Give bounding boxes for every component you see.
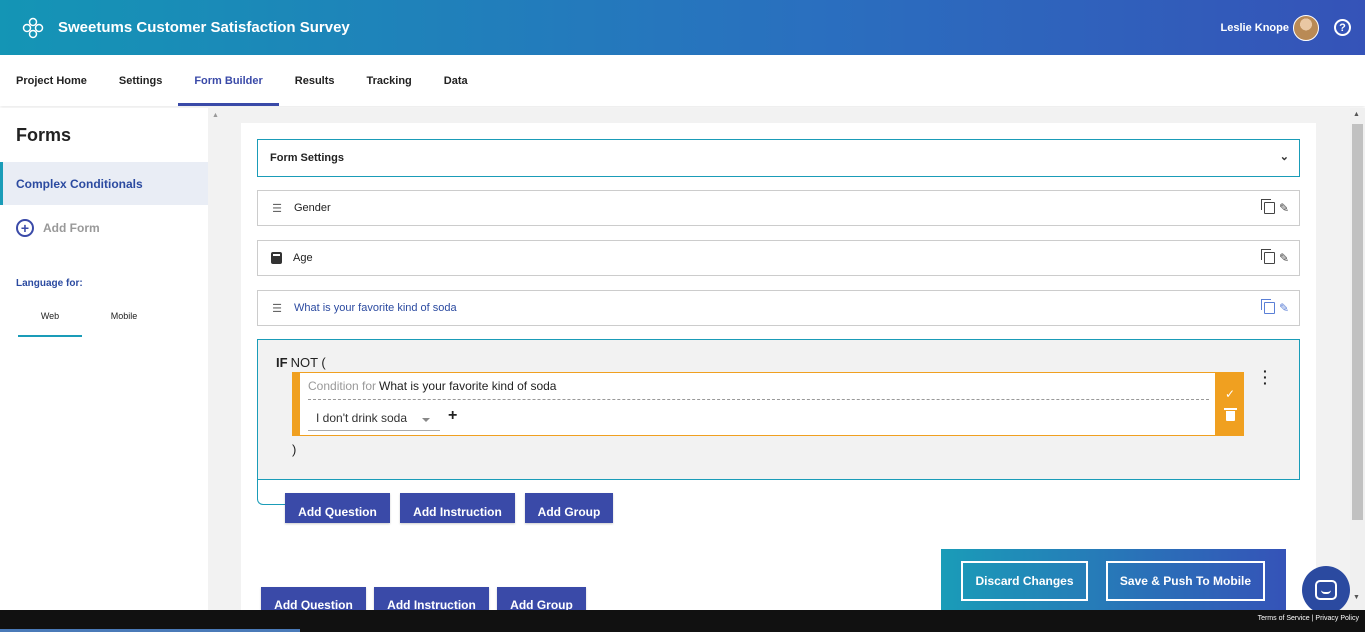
user-name: Leslie Knope — [1220, 21, 1289, 34]
tab-project-home[interactable]: Project Home — [0, 55, 103, 106]
condition-question: What is your favorite kind of soda — [379, 379, 557, 393]
tab-settings[interactable]: Settings — [103, 55, 178, 106]
footer-separator: | — [1311, 615, 1314, 622]
app-title: Sweetums Customer Satisfaction Survey — [58, 19, 350, 36]
forms-sidebar: Forms Complex Conditionals + Add Form La… — [0, 108, 208, 610]
language-tabs: Web Mobile — [18, 311, 208, 337]
tab-web[interactable]: Web — [18, 311, 82, 337]
add-form-button[interactable]: + Add Form — [0, 205, 208, 251]
help-icon[interactable]: ? — [1334, 19, 1351, 36]
tab-data[interactable]: Data — [428, 55, 484, 106]
tab-form-builder[interactable]: Form Builder — [178, 55, 280, 106]
terms-link[interactable]: Terms of Service — [1258, 615, 1310, 622]
edit-icon[interactable]: ✎ — [1279, 301, 1289, 315]
language-label: Language for: — [16, 278, 83, 289]
tab-mobile[interactable]: Mobile — [92, 311, 156, 337]
discard-changes-button[interactable]: Discard Changes — [961, 561, 1088, 601]
condition-for-prefix: Condition for — [308, 379, 377, 393]
app-header: Sweetums Customer Satisfaction Survey Le… — [0, 0, 1365, 55]
save-push-button[interactable]: Save & Push To Mobile — [1106, 561, 1265, 601]
list-icon: ☰ — [272, 302, 282, 315]
question-label: Age — [293, 252, 313, 264]
edit-icon[interactable]: ✎ — [1279, 201, 1289, 215]
trash-icon[interactable] — [1223, 408, 1237, 421]
sidebar-item-complex-conditionals[interactable]: Complex Conditionals — [0, 162, 208, 205]
flower-logo-icon[interactable] — [22, 17, 44, 39]
add-instruction-button-outer[interactable]: Add Instruction — [374, 587, 489, 610]
edit-icon[interactable]: ✎ — [1279, 251, 1289, 265]
chat-launcher-button[interactable] — [1302, 566, 1350, 614]
main-nav: Project Home Settings Form Builder Resul… — [0, 55, 1365, 106]
scroll-up-icon[interactable]: ▲ — [1353, 111, 1360, 118]
add-question-button-outer[interactable]: Add Question — [261, 587, 366, 610]
option-select-value: I don't drink soda — [316, 411, 408, 425]
question-row-gender[interactable]: ☰ Gender ✎ — [257, 190, 1300, 226]
question-label: Gender — [294, 202, 331, 214]
tab-results[interactable]: Results — [279, 55, 351, 106]
copy-icon[interactable] — [1260, 249, 1275, 264]
condition-header: IF NOT ( — [276, 355, 326, 370]
scroll-down-icon[interactable]: ▼ — [1353, 594, 1360, 601]
check-icon[interactable]: ✓ — [1225, 387, 1235, 401]
chevron-down-icon[interactable]: ⌄ — [1280, 150, 1289, 163]
add-group-button[interactable]: Add Group — [525, 493, 613, 523]
list-icon: ☰ — [272, 202, 282, 215]
if-keyword: IF — [276, 355, 288, 370]
scrollbar-thumb[interactable] — [1352, 124, 1363, 520]
scroll-up-arrow-icon[interactable]: ▲ — [212, 112, 219, 119]
caret-down-icon — [422, 418, 430, 422]
close-paren: ) — [292, 442, 297, 457]
copy-icon[interactable] — [1260, 199, 1275, 214]
add-group-button-outer[interactable]: Add Group — [497, 587, 586, 610]
user-menu[interactable]: Leslie Knope — [1221, 0, 1319, 55]
privacy-link[interactable]: Privacy Policy — [1315, 615, 1359, 622]
option-select[interactable]: I don't drink soda — [308, 407, 440, 431]
condition-group: IF NOT ( Condition for What is your favori… — [257, 339, 1300, 480]
form-settings-label: Form Settings — [270, 152, 344, 164]
avatar[interactable] — [1293, 14, 1319, 41]
plus-circle-icon: + — [16, 219, 34, 237]
add-form-label: Add Form — [43, 221, 100, 235]
question-label: What is your favorite kind of soda — [294, 302, 457, 314]
question-row-soda[interactable]: ☰ What is your favorite kind of soda ✎ — [257, 290, 1300, 326]
not-operator[interactable]: NOT ( — [291, 355, 326, 370]
footer-links: Terms of Service | Privacy Policy — [1258, 615, 1359, 622]
tree-connector — [257, 480, 286, 505]
chat-icon — [1315, 580, 1337, 600]
more-options-icon[interactable]: · · · — [1263, 364, 1268, 390]
copy-icon[interactable] — [1260, 299, 1275, 314]
add-question-button[interactable]: Add Question — [285, 493, 390, 523]
question-row-age[interactable]: Age ✎ — [257, 240, 1300, 276]
add-option-icon[interactable]: + — [448, 407, 457, 425]
form-settings-accordion[interactable]: Form Settings ⌄ — [257, 139, 1300, 177]
calculator-icon — [271, 252, 282, 264]
save-bar: Discard Changes Save & Push To Mobile — [941, 549, 1286, 610]
tab-tracking[interactable]: Tracking — [351, 55, 428, 106]
condition-actions: ✓ — [1216, 372, 1244, 436]
add-instruction-button[interactable]: Add Instruction — [400, 493, 515, 523]
sidebar-title: Forms — [16, 125, 72, 145]
condition-label: Condition for What is your favorite kind … — [308, 379, 556, 393]
condition-editor: Condition for What is your favorite kind … — [292, 372, 1216, 436]
footer: Terms of Service | Privacy Policy — [0, 610, 1365, 632]
